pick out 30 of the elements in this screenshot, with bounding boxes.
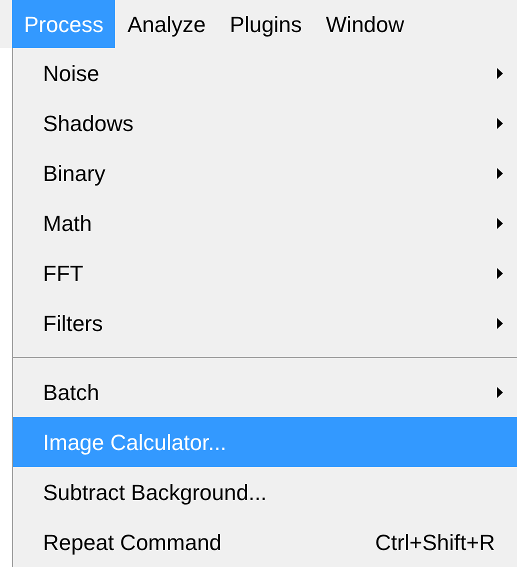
menu-item[interactable]: Noise [13, 48, 517, 98]
menu-item[interactable]: Batch [13, 367, 517, 417]
menu-item[interactable]: Repeat Command Ctrl+Shift+R [13, 517, 517, 567]
submenu-arrow-icon [497, 68, 503, 78]
menu-item-label: Binary [43, 160, 106, 188]
menu-item-label: Subtract Background... [43, 478, 268, 507]
menu-item[interactable]: Math [13, 198, 517, 248]
menu-item-label: Shadows [43, 110, 135, 138]
menu-item[interactable]: Binary [13, 148, 517, 198]
menu-bar-item[interactable]: Plugins [218, 0, 314, 48]
menu-item-label: Image Calculator... [43, 428, 228, 457]
shortcut-label: Ctrl+Shift+R [375, 528, 495, 556]
menu-item[interactable]: Subtract Background... [13, 467, 517, 517]
menu-item-label: Noise [43, 60, 100, 88]
menu-item-label: FFT [43, 260, 84, 288]
menu-bar-item[interactable]: Analyze [115, 0, 218, 48]
menu-item[interactable]: Filters [13, 298, 517, 348]
menu-item[interactable]: Shadows [13, 98, 517, 148]
submenu-arrow-icon [497, 168, 503, 178]
menu-item[interactable]: FFT [13, 248, 517, 298]
submenu-arrow-icon [497, 318, 503, 328]
submenu-arrow-icon [497, 118, 503, 128]
submenu-arrow-icon [497, 218, 503, 228]
menu-bar-item[interactable]: Window [314, 0, 416, 48]
menu-item-label: Batch [43, 378, 100, 406]
submenu-arrow-icon [497, 268, 503, 278]
menu-item-label: Repeat Command [43, 528, 223, 557]
menu-item-label: Filters [43, 310, 104, 338]
menu-item-label: Math [43, 210, 93, 238]
submenu-arrow-icon [497, 386, 503, 398]
